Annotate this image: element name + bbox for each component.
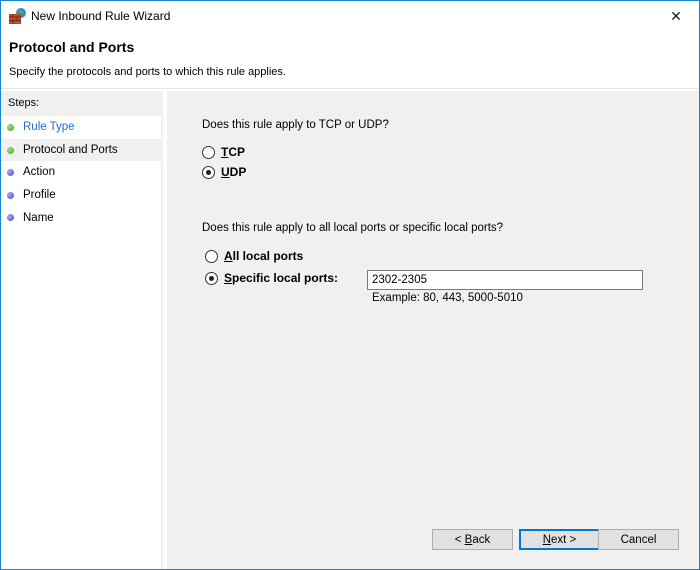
sidebar-item-label: Profile [23, 189, 56, 202]
specific-local-ports-radio[interactable]: Specific local ports: [205, 271, 338, 285]
next-rest: ext > [551, 533, 577, 546]
back-button[interactable]: < Back [432, 529, 513, 550]
sidebar-item-name: Name [1, 206, 161, 229]
title-bar: New Inbound Rule Wizard ✕ [1, 1, 699, 31]
step-pending-icon [7, 169, 14, 177]
back-rest: ack [472, 533, 491, 546]
radio-circle [205, 249, 218, 263]
sidebar-item-profile: Profile [1, 184, 161, 207]
sidebar-item-label: Rule Type [23, 121, 75, 134]
specific-ports-input[interactable] [367, 270, 643, 290]
sidebar-item-label: Protocol and Ports [23, 143, 118, 156]
step-completed-icon [7, 124, 14, 131]
next-accel: N [542, 533, 552, 546]
content-panel: Does this rule apply to TCP or UDP? TCP … [167, 91, 699, 569]
radio-circle-selected [202, 165, 215, 179]
ports-question: Does this rule apply to all local ports … [202, 222, 504, 234]
steps-heading: Steps: [1, 91, 161, 116]
all-local-ports-radio[interactable]: All local ports [205, 249, 303, 263]
sidebar-item-label: Action [23, 166, 55, 179]
tcp-label: TCP [221, 145, 246, 159]
close-icon: ✕ [670, 7, 682, 24]
window-title: New Inbound Rule Wizard [31, 9, 171, 23]
firewall-icon [9, 8, 27, 24]
back-accel: B [464, 533, 473, 546]
specific-local-ports-label: Specific local ports: [224, 271, 339, 285]
sidebar-item-action: Action [1, 161, 161, 184]
udp-label: UDP [221, 165, 247, 179]
radio-circle [202, 145, 215, 159]
sidebar-item-rule-type[interactable]: Rule Type [1, 116, 161, 139]
ports-example-hint: Example: 80, 443, 5000-5010 [372, 292, 523, 304]
all-local-ports-label: All local ports [224, 249, 304, 263]
page-header: Protocol and Ports Specify the protocols… [1, 31, 699, 89]
cancel-button[interactable]: Cancel [598, 529, 679, 550]
step-current-icon [7, 146, 14, 154]
sidebar-item-label: Name [23, 211, 54, 224]
udp-radio[interactable]: UDP [202, 165, 246, 179]
sidebar-item-protocol-and-ports[interactable]: Protocol and Ports [1, 138, 161, 162]
page-title: Protocol and Ports [9, 39, 135, 55]
step-pending-icon [7, 214, 14, 222]
steps-sidebar: Steps: Rule Type Protocol and Ports Acti… [1, 91, 163, 569]
tcp-radio[interactable]: TCP [202, 145, 245, 159]
page-subtitle: Specify the protocols and ports to which… [9, 66, 286, 78]
next-button[interactable]: Next > [519, 529, 600, 550]
close-button[interactable]: ✕ [653, 1, 699, 31]
step-pending-icon [7, 191, 14, 199]
back-prefix: < [454, 533, 465, 546]
radio-circle-selected [205, 271, 218, 285]
wizard-window: New Inbound Rule Wizard ✕ Protocol and P… [0, 0, 700, 570]
protocol-question: Does this rule apply to TCP or UDP? [202, 119, 389, 131]
